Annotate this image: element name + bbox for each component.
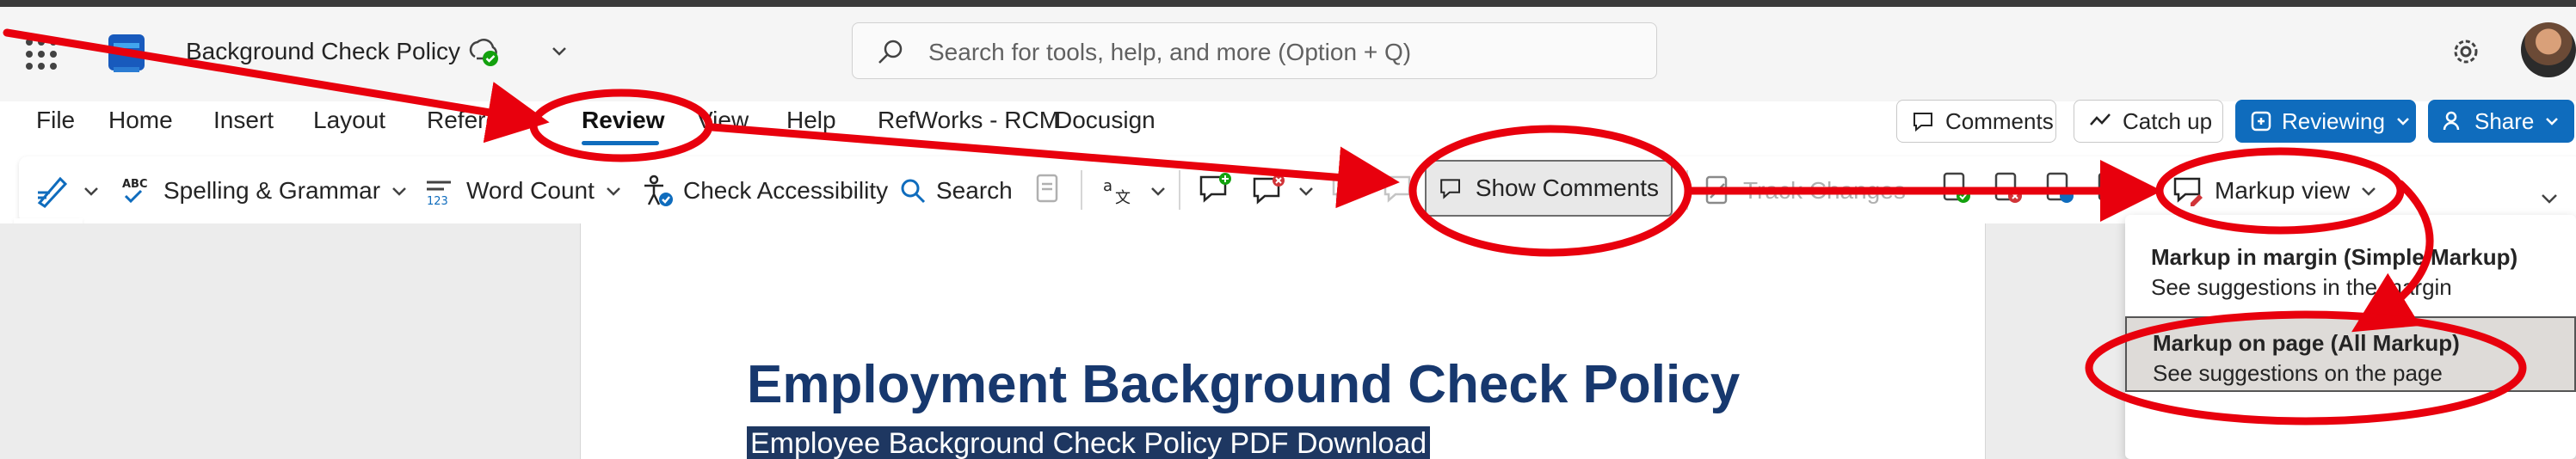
app-launcher-icon[interactable] [26,39,57,70]
markup-view-icon [2173,177,2203,206]
translate-icon: a文 [1103,177,1131,207]
delete-comment-icon [1253,174,1285,205]
reviewing-mode-button[interactable]: Reviewing [2235,100,2416,143]
tab-layout[interactable]: Layout [313,107,385,134]
ribbon-search-button[interactable]: Search [898,172,1013,210]
accessibility-icon [644,174,673,206]
word-count-icon: 123 [427,181,451,208]
document-page[interactable] [580,223,1986,459]
svg-text:文: 文 [1115,189,1131,207]
selected-subheading[interactable]: Employee Background Check Policy PDF Dow… [747,426,1431,459]
ribbon-divider [1081,170,1082,210]
translate-button[interactable]: a文 [1101,172,1168,210]
option-description: See suggestions in the margin [2151,274,2452,300]
document-heading[interactable]: Employment Background Check Policy [747,354,1740,415]
tab-docusign[interactable]: Docusign [1055,107,1156,134]
svg-text:123: 123 [427,195,448,208]
track-changes-label: Track Changes [1743,177,1906,204]
previous-change-icon[interactable] [2041,170,2079,208]
share-button[interactable]: Share [2428,100,2574,143]
reviewing-label: Reviewing [2282,107,2385,134]
delete-comment-button[interactable] [1249,172,1316,210]
document-title[interactable]: Background Check Policy [186,38,460,65]
chevron-down-icon [84,187,98,196]
svg-text:ABC: ABC [122,178,148,191]
chevron-down-icon [2397,118,2409,125]
ribbon-search-label: Search [936,177,1013,204]
chevron-down-icon [392,187,406,196]
track-changes-button[interactable]: Track Changes [1700,172,1906,210]
next-comment-icon[interactable] [1380,170,1418,208]
accept-change-icon[interactable] [1938,170,1975,208]
spelling-grammar-button[interactable]: ABC Spelling & Grammar [120,172,410,210]
ribbon-search-icon [901,179,926,204]
track-changes-icon [1705,175,1728,205]
chevron-down-icon[interactable] [547,40,571,64]
option-description: See suggestions on the page [2153,360,2443,386]
share-people-icon [2443,111,2460,131]
reject-change-icon[interactable] [1989,170,2027,208]
svg-text:a: a [1103,177,1112,195]
search-placeholder: Search for tools, help, and more (Option… [928,39,1412,65]
check-accessibility-label: Check Accessibility [683,177,889,204]
option-title: Markup in margin (Simple Markup) [2151,244,2518,270]
new-comment-icon[interactable] [1196,170,1234,208]
reviewing-icon [2251,111,2271,132]
ribbon-divider [1179,170,1180,210]
chevron-down-icon [2546,118,2559,125]
active-tab-indicator [582,141,659,145]
word-count-button[interactable]: 123 Word Count [423,172,624,210]
tab-home[interactable]: Home [108,107,173,134]
spelling-icon: ABC [122,178,148,204]
find-replace-icon[interactable] [1029,170,1067,208]
ribbon-divider [1686,170,1688,210]
tab-file[interactable]: File [36,107,75,134]
check-accessibility-button[interactable]: Check Accessibility [640,172,888,210]
comments-label: Comments [1945,107,2054,134]
show-comments-label: Show Comments [1475,174,1659,201]
settings-gear-icon[interactable] [2447,33,2485,70]
comment-icon [1914,113,1932,132]
comments-button[interactable]: Comments [1896,100,2056,143]
show-comments-button[interactable]: Show Comments [1425,160,1673,217]
chevron-down-icon [607,187,620,196]
search-box[interactable]: Search for tools, help, and more (Option… [852,22,1657,79]
synced-check-icon[interactable] [468,36,499,67]
window-top-edge [0,0,2576,7]
chevron-down-icon [1299,187,1313,196]
tab-refworks[interactable]: RefWorks - RCM [878,107,1059,134]
catch-up-label: Catch up [2123,107,2213,134]
word-count-label: Word Count [466,177,595,204]
search-icon [878,40,903,64]
tab-view[interactable]: View [697,107,749,134]
chevron-down-icon [1151,187,1165,196]
tab-references[interactable]: Referen [427,107,513,134]
markup-view-label: Markup view [2215,177,2351,204]
ribbon-expand-icon[interactable] [2536,186,2562,211]
option-title: Markup on page (All Markup) [2153,330,2460,356]
tab-help[interactable]: Help [786,107,836,134]
share-label: Share [2474,107,2535,134]
chevron-down-icon [2362,187,2376,196]
previous-comment-icon[interactable] [1328,170,1366,208]
editor-button[interactable] [34,172,102,210]
next-change-icon[interactable] [2092,170,2130,208]
markup-view-button[interactable]: Markup view [2172,172,2379,210]
tab-insert[interactable]: Insert [213,107,274,134]
editor-pen-icon [37,176,68,208]
word-logo-icon[interactable] [108,34,145,72]
markup-all-option[interactable]: Markup on page (All Markup) See suggesti… [2125,316,2576,392]
markup-simple-option[interactable]: Markup in margin (Simple Markup) See sug… [2125,239,2576,308]
comment-icon [1440,179,1461,199]
spelling-label: Spelling & Grammar [163,177,381,204]
tab-review[interactable]: Review [582,107,665,134]
catch-up-icon [2090,113,2111,125]
catch-up-button[interactable]: Catch up [2074,100,2223,143]
avatar[interactable] [2521,22,2576,77]
